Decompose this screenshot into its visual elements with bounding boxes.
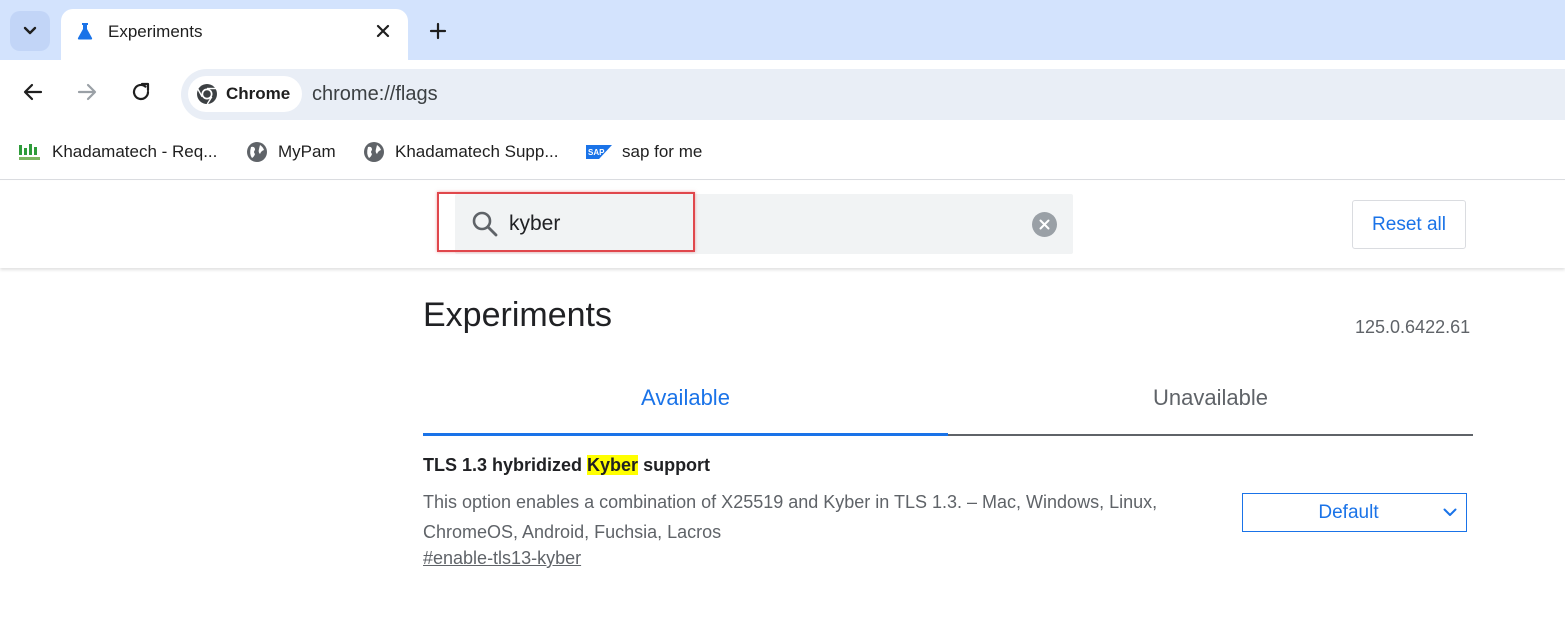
new-tab-button[interactable] bbox=[424, 17, 452, 45]
flags-header: Reset all bbox=[0, 181, 1565, 268]
tab-close-button[interactable] bbox=[372, 20, 394, 42]
bookmark-item[interactable]: MyPam bbox=[246, 139, 336, 165]
bookmark-label: MyPam bbox=[278, 142, 336, 161]
experiment-title-prefix: TLS 1.3 hybridized bbox=[423, 455, 588, 475]
back-button[interactable] bbox=[15, 74, 51, 110]
experiment-title: TLS 1.3 hybridized Kyber support bbox=[423, 455, 710, 476]
search-input[interactable] bbox=[509, 208, 1009, 240]
experiment-permalink[interactable]: #enable-tls13-kyber bbox=[423, 548, 581, 569]
forward-arrow-icon bbox=[77, 83, 97, 101]
address-bar[interactable]: Chrome chrome://flags bbox=[181, 69, 1565, 120]
bookmarks-bar: Khadamatech - Req... MyPam Khadamatech S… bbox=[0, 128, 1565, 180]
back-arrow-icon bbox=[23, 83, 43, 101]
khadamatech-logo bbox=[19, 144, 40, 160]
plus-icon bbox=[429, 22, 447, 40]
reset-all-button[interactable]: Reset all bbox=[1352, 200, 1466, 249]
bookmark-item[interactable]: SAP sap for me bbox=[586, 139, 702, 165]
flag-search-box[interactable] bbox=[455, 194, 1073, 254]
site-info-chip[interactable]: Chrome bbox=[188, 76, 303, 112]
forward-button[interactable] bbox=[69, 74, 105, 110]
browser-toolbar: Chrome chrome://flags bbox=[0, 60, 1565, 128]
bookmark-item[interactable]: Khadamatech Supp... bbox=[363, 139, 559, 165]
globe-icon bbox=[247, 142, 267, 162]
clear-search-button[interactable] bbox=[1032, 212, 1057, 237]
page-title: Experiments bbox=[423, 296, 612, 334]
chevron-down-icon bbox=[23, 26, 37, 35]
experiment-description: This option enables a combination of X25… bbox=[423, 492, 1158, 542]
svg-text:SAP: SAP bbox=[588, 148, 605, 157]
tab-strip: Experiments bbox=[0, 0, 1565, 60]
close-icon bbox=[1039, 219, 1050, 230]
reload-button[interactable] bbox=[123, 74, 159, 110]
active-tab[interactable]: Experiments bbox=[61, 9, 408, 60]
active-tab-indicator bbox=[423, 433, 948, 436]
tab-title: Experiments bbox=[108, 22, 203, 41]
experiment-state-select[interactable]: Default bbox=[1242, 493, 1467, 532]
reload-icon bbox=[132, 82, 150, 101]
globe-icon bbox=[364, 142, 384, 162]
tab-search-button[interactable] bbox=[10, 11, 50, 51]
chip-label: Chrome bbox=[226, 84, 291, 103]
experiment-title-suffix: support bbox=[638, 455, 711, 475]
sap-logo: SAP bbox=[586, 145, 612, 159]
search-icon bbox=[472, 211, 498, 237]
select-value: Default bbox=[1318, 501, 1379, 523]
close-icon bbox=[376, 24, 390, 38]
search-match-highlight: Kyber bbox=[587, 455, 639, 475]
bookmark-label: Khadamatech - Req... bbox=[52, 142, 218, 161]
version-label: 125.0.6422.61 bbox=[1355, 317, 1471, 337]
bookmark-label: sap for me bbox=[622, 142, 703, 161]
bookmark-item[interactable]: Khadamatech - Req... bbox=[18, 139, 217, 165]
tab-available[interactable]: Available bbox=[423, 385, 948, 436]
flask-icon bbox=[77, 23, 93, 40]
tab-unavailable[interactable]: Unavailable bbox=[948, 385, 1473, 436]
bookmark-label: Khadamatech Supp... bbox=[395, 142, 559, 161]
chevron-down-icon bbox=[1434, 508, 1466, 517]
url-text[interactable]: chrome://flags bbox=[312, 83, 438, 106]
chrome-logo-icon bbox=[197, 84, 217, 105]
